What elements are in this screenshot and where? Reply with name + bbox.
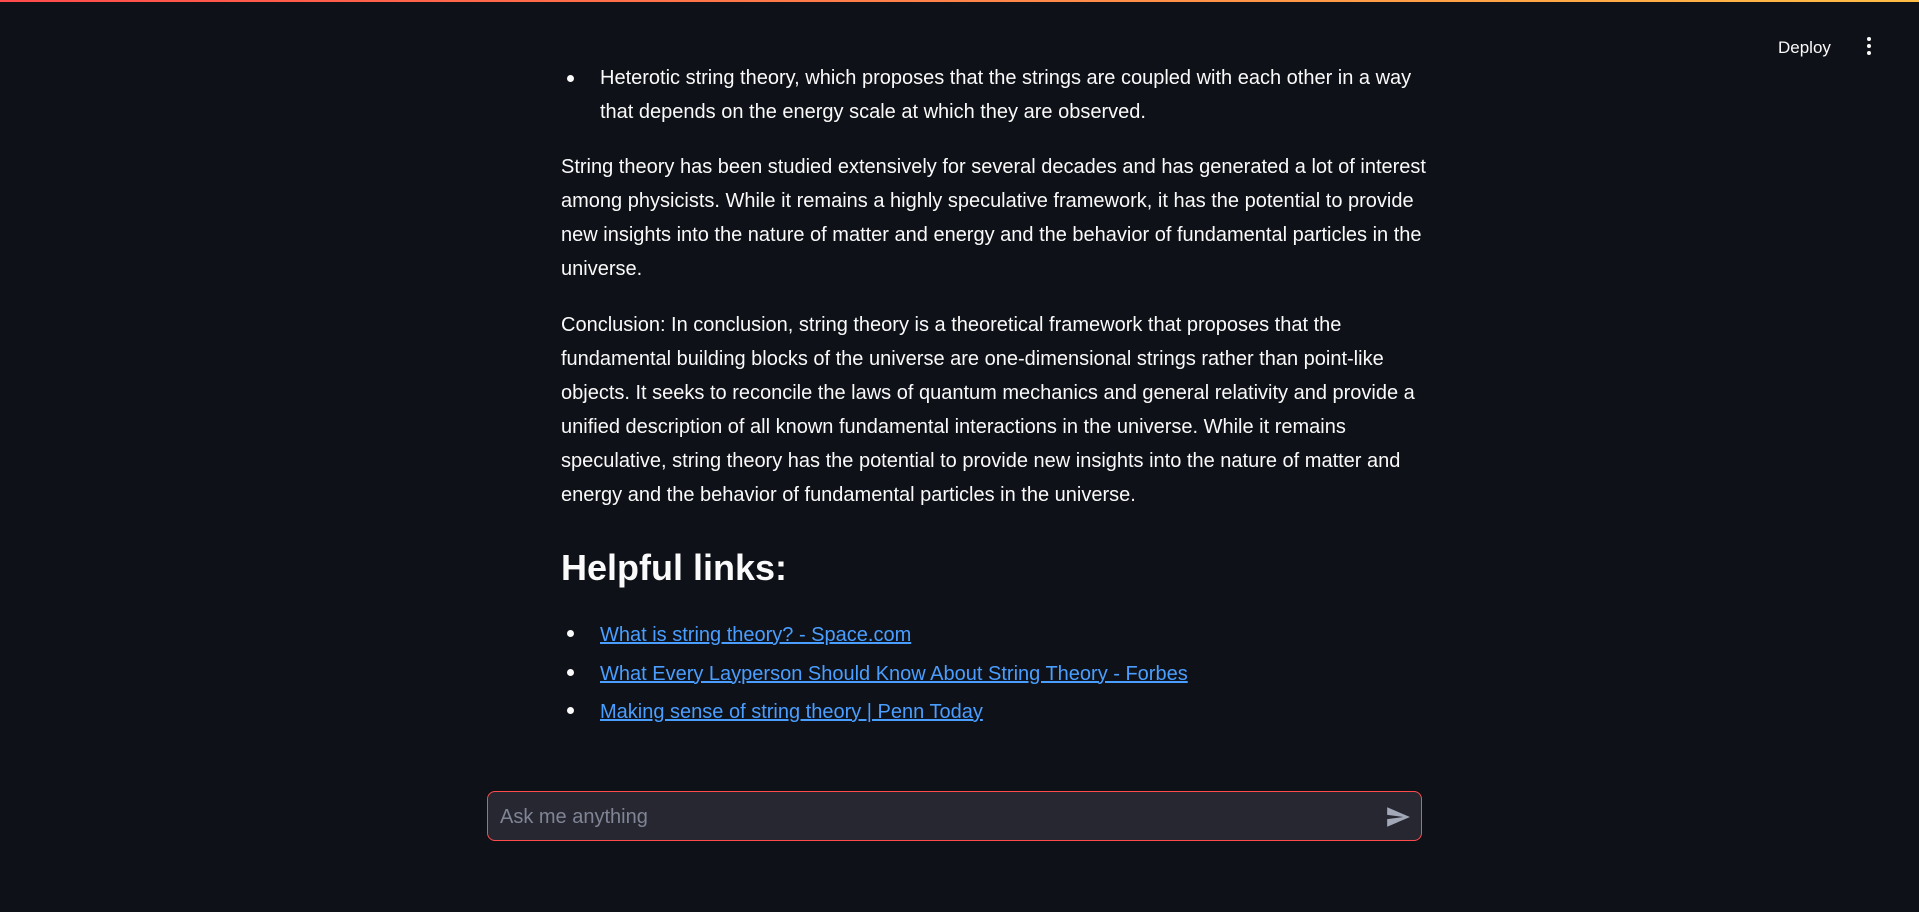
link-space-com[interactable]: What is string theory? - Space.com <box>600 624 911 646</box>
string-types-list: Heterotic string theory, which proposes … <box>561 61 1426 129</box>
summary-paragraph: String theory has been studied extensive… <box>561 156 1426 280</box>
more-vertical-icon[interactable] <box>1860 35 1878 61</box>
link-forbes[interactable]: What Every Layperson Should Know About S… <box>600 663 1188 685</box>
list-item: Heterotic string theory, which proposes … <box>561 61 1426 129</box>
chat-input[interactable] <box>498 792 1352 842</box>
helpful-links-list: What is string theory? - Space.com What … <box>561 616 1426 732</box>
app-header: Deploy <box>0 2 1919 60</box>
list-item: Making sense of string theory | Penn Tod… <box>561 693 1426 732</box>
list-item-text-line1: Heterotic string theory, which proposes … <box>600 67 1412 89</box>
list-item-text-line2: that depends on the energy scale at whic… <box>600 101 1146 123</box>
conclusion-paragraph: Conclusion: In conclusion, string theory… <box>561 314 1415 506</box>
link-penn-today[interactable]: Making sense of string theory | Penn Tod… <box>600 701 983 723</box>
chat-input-container <box>487 791 1422 842</box>
send-icon[interactable] <box>1383 804 1413 830</box>
deploy-button[interactable]: Deploy <box>1778 33 1831 63</box>
list-item: What is string theory? - Space.com <box>561 616 1426 655</box>
list-item: What Every Layperson Should Know About S… <box>561 655 1426 694</box>
helpful-links-heading: Helpful links: <box>561 547 788 588</box>
